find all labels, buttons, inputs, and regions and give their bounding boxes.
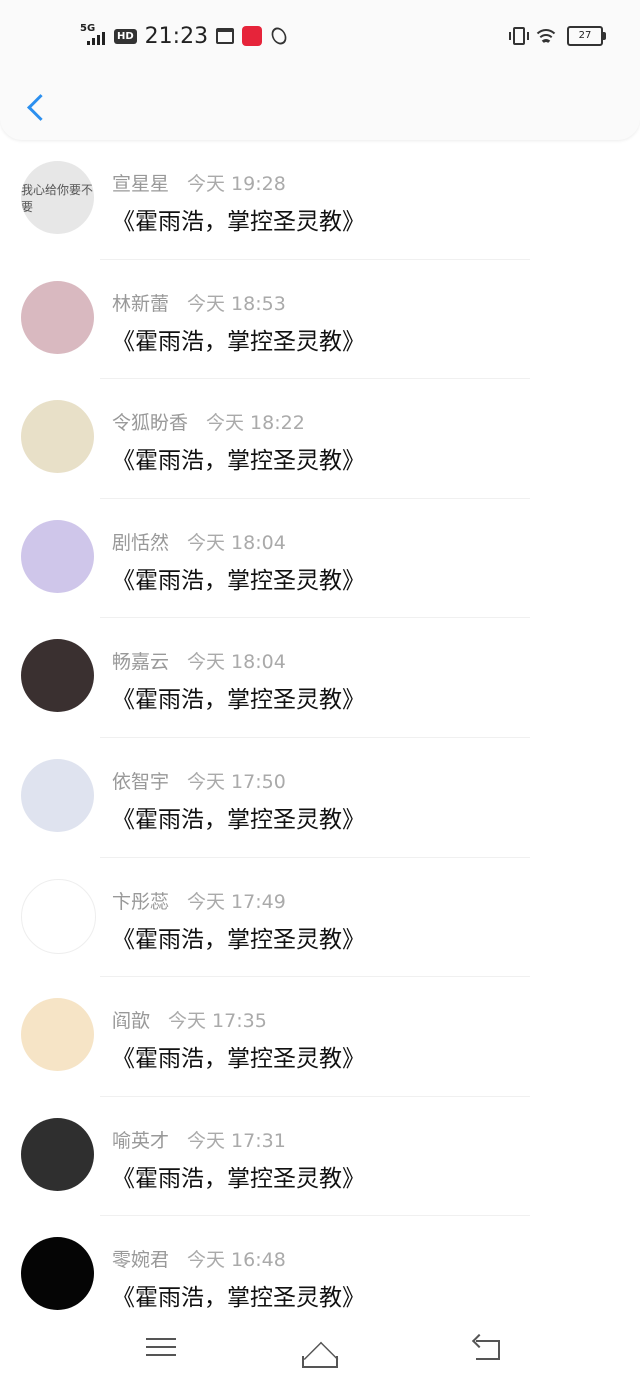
comment-item[interactable]: 令狐盼香 今天 18:22 《霍雨浩，掌控圣灵教》 [0,379,640,499]
wifi-icon [535,27,557,45]
user-name[interactable]: 卞彤蕊 [112,891,169,913]
battery-level: 27 [567,26,603,46]
avatar[interactable] [21,1237,94,1311]
chevron-left-icon [26,93,54,121]
app-notification-icon [242,26,263,46]
user-name[interactable]: 喻英才 [112,1130,169,1152]
menu-icon [141,1338,181,1356]
vibrate-icon [509,27,529,45]
avatar[interactable] [21,639,94,713]
comment-text: 《霍雨浩，掌控圣灵教》 [112,687,365,714]
comment-text: 《霍雨浩，掌控圣灵教》 [112,1046,365,1073]
comment-text: 《霍雨浩，掌控圣灵教》 [112,567,365,594]
comment-time: 今天 18:04 [187,651,286,674]
menu-button[interactable] [141,1332,181,1368]
leaf-icon [268,24,290,48]
comment-text: 《霍雨浩，掌控圣灵教》 [112,328,365,355]
user-name[interactable]: 剧恬然 [112,532,169,554]
return-button[interactable] [468,1332,508,1368]
comment-text: 《霍雨浩，掌控圣灵教》 [112,209,365,235]
user-name[interactable]: 依智宇 [112,771,169,793]
comment-text: 《霍雨浩，掌控圣灵教》 [112,448,365,475]
comment-time: 今天 18:22 [206,412,305,435]
comment-time: 今天 17:31 [187,1129,286,1152]
hd-icon: HD [114,28,137,44]
comment-time: 今天 19:28 [187,173,286,195]
comment-list: 我心给你要不要 宣星星 今天 19:28 《霍雨浩，掌控圣灵教》 林新蕾 今天 18:53… [0,140,640,1336]
user-name[interactable]: 零婉君 [112,1249,169,1271]
avatar[interactable] [21,400,94,474]
comment-text: 《霍雨浩，掌控圣灵教》 [112,806,365,833]
signal-icon: 5G [80,23,106,47]
status-time: 21:23 [144,23,209,49]
user-name[interactable]: 畅嘉云 [112,651,169,673]
avatar[interactable] [21,878,96,954]
comment-time: 今天 18:04 [187,531,286,554]
avatar[interactable]: 我心给你要不要 [21,161,94,234]
status-bar: 5G HD 21:23 27 [0,18,640,54]
calendar-icon [216,28,235,44]
comment-text: 《霍雨浩，掌控圣灵教》 [112,926,365,953]
avatar[interactable] [21,998,94,1072]
user-name[interactable]: 阎歆 [112,1010,150,1032]
comment-time: 今天 17:35 [168,1010,267,1033]
avatar[interactable] [21,280,94,354]
user-name[interactable]: 林新蕾 [112,293,169,315]
comment-item[interactable]: 喻英才 今天 17:31 《霍雨浩，掌控圣灵教》 [0,1097,640,1217]
comment-text: 《霍雨浩，掌控圣灵教》 [112,1285,365,1312]
comment-item[interactable]: 依智宇 今天 17:50 《霍雨浩，掌控圣灵教》 [0,738,640,858]
comment-time: 今天 18:53 [187,292,286,315]
back-button[interactable] [22,88,54,126]
comment-item[interactable]: 我心给你要不要 宣星星 今天 19:28 《霍雨浩，掌控圣灵教》 [0,140,640,260]
comment-time: 今天 16:48 [187,1249,286,1272]
avatar[interactable] [21,519,94,593]
comment-item[interactable]: 畅嘉云 今天 18:04 《霍雨浩，掌控圣灵教》 [0,618,640,738]
comment-text: 《霍雨浩，掌控圣灵教》 [112,1165,365,1192]
avatar[interactable] [21,758,94,832]
comment-time: 今天 17:49 [187,890,286,913]
comment-item[interactable]: 剧恬然 今天 18:04 《霍雨浩，掌控圣灵教》 [0,499,640,619]
top-header: 5G HD 21:23 27 [0,0,640,140]
user-name[interactable]: 宣星星 [112,173,169,195]
battery-icon: 27 [567,26,606,46]
comment-time: 今天 17:50 [187,770,286,793]
home-button[interactable] [300,1332,340,1377]
system-nav-bar [0,1316,640,1387]
comment-item[interactable]: 阎歆 今天 17:35 《霍雨浩，掌控圣灵教》 [0,977,640,1097]
comment-item[interactable]: 卞彤蕊 今天 17:49 《霍雨浩，掌控圣灵教》 [0,858,640,978]
user-name[interactable]: 令狐盼香 [112,412,188,434]
avatar[interactable] [21,1117,94,1191]
comment-item[interactable]: 林新蕾 今天 18:53 《霍雨浩，掌控圣灵教》 [0,260,640,380]
